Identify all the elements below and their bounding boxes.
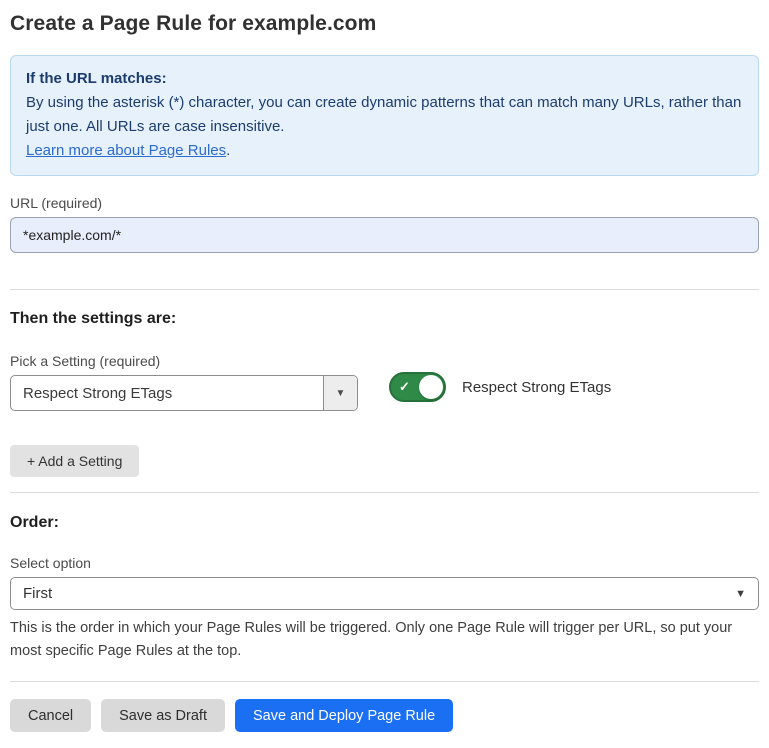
link-period: . [226, 142, 230, 159]
add-setting-button[interactable]: + Add a Setting [10, 445, 139, 477]
order-select[interactable]: First ▼ [10, 577, 759, 610]
check-icon: ✓ [399, 379, 410, 395]
save-as-draft-button[interactable]: Save as Draft [101, 699, 225, 732]
order-help-text: This is the order in which your Page Rul… [10, 617, 759, 663]
info-box-heading: If the URL matches: [26, 67, 743, 91]
setting-select-value: Respect Strong ETags [11, 376, 323, 410]
info-box-body: By using the asterisk (*) character, you… [26, 91, 743, 139]
toggle-label: Respect Strong ETags [462, 379, 611, 396]
setting-select-arrow-button[interactable]: ▼ [323, 376, 357, 410]
url-input[interactable] [10, 217, 759, 253]
footer-divider [10, 681, 759, 682]
setting-toggle-group: ✓ Respect Strong ETags [389, 372, 611, 402]
setting-select-column: Pick a Setting (required) Respect Strong… [10, 353, 358, 411]
setting-row: Pick a Setting (required) Respect Strong… [10, 353, 759, 411]
order-select-value: First [23, 585, 735, 602]
chevron-down-icon: ▼ [336, 388, 346, 399]
toggle-knob [419, 375, 443, 399]
learn-more-link[interactable]: Learn more about Page Rules [26, 142, 226, 159]
cancel-button[interactable]: Cancel [10, 699, 91, 732]
page-title: Create a Page Rule for example.com [10, 12, 759, 36]
section-divider [10, 289, 759, 290]
order-select-label: Select option [10, 555, 759, 571]
save-and-deploy-button[interactable]: Save and Deploy Page Rule [235, 699, 453, 732]
chevron-down-icon: ▼ [735, 588, 746, 600]
settings-heading: Then the settings are: [10, 310, 759, 328]
info-box-link-line: Learn more about Page Rules. [26, 139, 743, 163]
pick-setting-label: Pick a Setting (required) [10, 353, 358, 369]
setting-select[interactable]: Respect Strong ETags ▼ [10, 375, 358, 411]
url-matches-info-box: If the URL matches: By using the asteris… [10, 55, 759, 176]
order-heading: Order: [10, 514, 759, 532]
respect-strong-etags-toggle[interactable]: ✓ [389, 372, 446, 402]
url-field-label: URL (required) [10, 195, 759, 211]
page-rule-form: Create a Page Rule for example.com If th… [0, 0, 769, 748]
footer-buttons: Cancel Save as Draft Save and Deploy Pag… [10, 699, 759, 732]
section-divider [10, 492, 759, 493]
